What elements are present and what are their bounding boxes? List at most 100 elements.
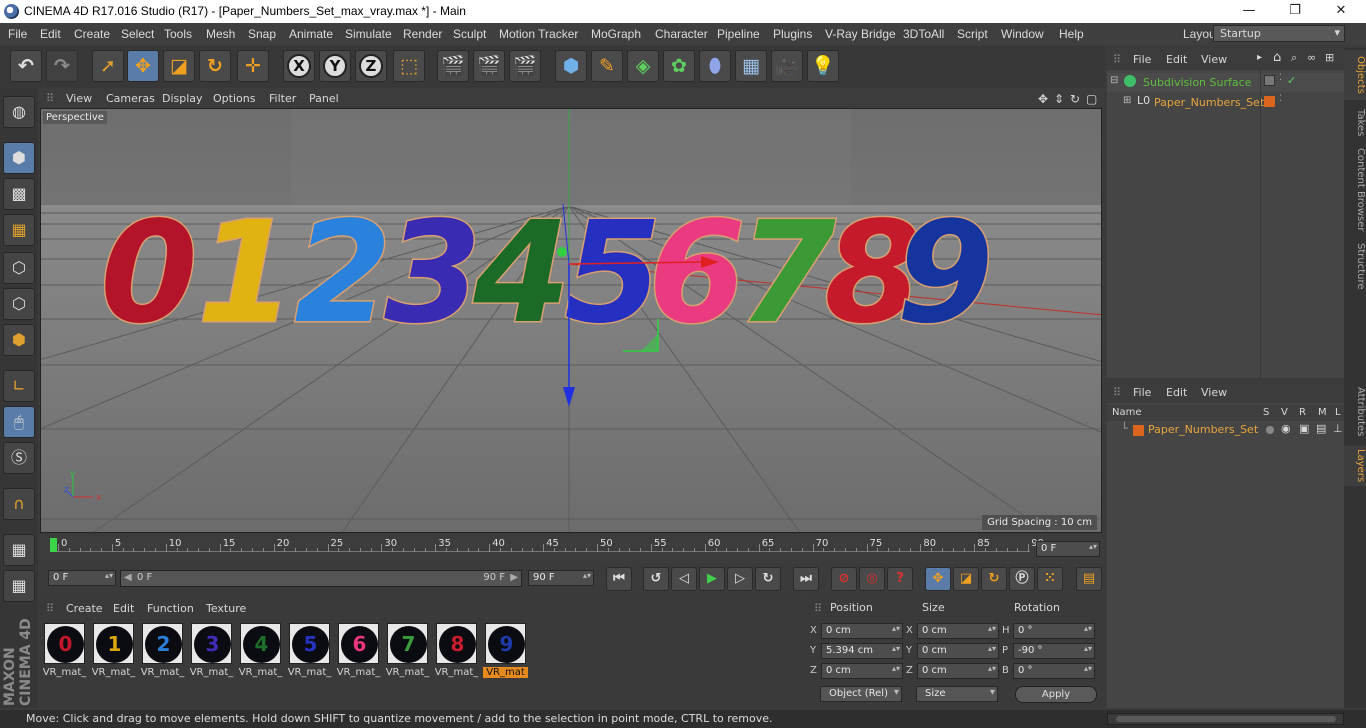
paper-numbers-set-name[interactable]: Paper_Numbers_Set bbox=[1154, 96, 1264, 109]
autokey-button[interactable]: ◎ bbox=[859, 567, 885, 591]
tree-row-paper-numbers[interactable]: ⊞ L0 Paper_Numbers_Set ⁚ bbox=[1107, 93, 1344, 112]
material-tile[interactable]: 5 VR_mat_ bbox=[287, 621, 332, 679]
edges-mode-button[interactable]: ⬡ bbox=[3, 288, 35, 320]
goto-prev-key-button[interactable]: ↺ bbox=[643, 567, 669, 591]
menu-animate[interactable]: Animate bbox=[289, 27, 333, 41]
texture-mode-button[interactable]: ▩ bbox=[3, 178, 35, 210]
viewport-menu-options[interactable]: Options bbox=[213, 92, 255, 105]
material-name[interactable]: VR_mat_ bbox=[434, 667, 479, 678]
size-field[interactable]: 0 cm ▴▾ bbox=[917, 663, 999, 679]
viewport-menu-view[interactable]: View bbox=[66, 92, 92, 105]
layer-col-render[interactable]: R bbox=[1299, 407, 1306, 418]
menu-sculpt[interactable]: Sculpt bbox=[453, 27, 486, 41]
goto-start-button[interactable]: ⏮ bbox=[606, 567, 632, 591]
object-menu-file[interactable]: File bbox=[1133, 53, 1151, 66]
layer-col-locked[interactable]: L bbox=[1335, 407, 1341, 418]
viewport-zoom-icon[interactable]: ⇕ bbox=[1054, 92, 1064, 106]
axis-mode-button[interactable]: ∟ bbox=[3, 370, 35, 402]
rotate-tool-button[interactable]: ↻ bbox=[199, 50, 231, 82]
object-menu-edit[interactable]: Edit bbox=[1166, 53, 1187, 66]
timeline-ruler[interactable]: 051015202530354045505560657075808590 0 F… bbox=[40, 536, 1104, 563]
material-tile[interactable]: 4 VR_mat_ bbox=[238, 621, 283, 679]
menu-vray-bridge[interactable]: V-Ray Bridge bbox=[825, 27, 896, 41]
layer-menu-edit[interactable]: Edit bbox=[1166, 386, 1187, 399]
layer-menu-view[interactable]: View bbox=[1201, 386, 1227, 399]
undo-button[interactable]: ↶ bbox=[10, 50, 42, 82]
perspective-viewport[interactable]: 0 1 2 3 4 5 6 7 8 9 y z x Perspective Gr… bbox=[40, 108, 1102, 533]
size-field[interactable]: 0 cm ▴▾ bbox=[917, 643, 999, 659]
menu-help[interactable]: Help bbox=[1059, 27, 1084, 41]
menu-select[interactable]: Select bbox=[121, 27, 154, 41]
scale-tool-button[interactable]: ◪ bbox=[163, 50, 195, 82]
tab-takes[interactable]: Takes bbox=[1344, 104, 1366, 142]
rotation-field[interactable]: 0 ° ▴▾ bbox=[1013, 663, 1095, 679]
viewport-maximize-icon[interactable]: ▢ bbox=[1086, 92, 1097, 106]
position-field[interactable]: 5.394 cm ▴▾ bbox=[821, 643, 903, 659]
tree-row-subdivision[interactable]: ⊟ Subdivision Surface ⁚ ✓ bbox=[1107, 73, 1344, 92]
layer-row[interactable]: └ Paper_Numbers_Set ◉ ▣ ▤ ⊥ bbox=[1107, 422, 1344, 438]
deformer-button[interactable]: ⬮ bbox=[699, 50, 731, 82]
record-position-button[interactable]: ✥ bbox=[925, 567, 951, 591]
record-keys-button[interactable]: ⊘ bbox=[831, 567, 857, 591]
last-tool-button[interactable]: ✛ bbox=[237, 50, 269, 82]
tab-layers[interactable]: Layers bbox=[1344, 446, 1366, 486]
make-editable-button[interactable]: ◍ bbox=[3, 96, 35, 128]
apply-button[interactable]: Apply bbox=[1015, 686, 1097, 703]
render-settings-button[interactable]: 🎬 bbox=[509, 50, 541, 82]
size-field[interactable]: 0 cm ▴▾ bbox=[917, 623, 999, 639]
menu-plugins[interactable]: Plugins bbox=[773, 27, 812, 41]
visibility-dots-icon[interactable]: ⁚ bbox=[1279, 94, 1282, 104]
material-tile[interactable]: 3 VR_mat_ bbox=[189, 621, 234, 679]
minimize-button[interactable]: — bbox=[1226, 0, 1272, 23]
coordinate-mode-select[interactable]: Object (Rel) ▾ bbox=[820, 686, 902, 702]
layout-select[interactable]: Startup bbox=[1213, 25, 1345, 42]
tab-structure[interactable]: Structure bbox=[1344, 240, 1366, 292]
solo-icon[interactable] bbox=[1266, 426, 1274, 434]
layer-name[interactable]: Paper_Numbers_Set bbox=[1148, 423, 1258, 436]
workplane-lock-button[interactable]: ▦ bbox=[3, 534, 35, 566]
goto-next-key-button[interactable]: ↻ bbox=[755, 567, 781, 591]
soft-selection-button[interactable]: Ⓢ bbox=[3, 442, 35, 474]
object-link-icon[interactable]: ∞ bbox=[1307, 51, 1316, 64]
enabled-check-icon[interactable]: ✓ bbox=[1287, 74, 1296, 87]
position-field[interactable]: 0 cm ▴▾ bbox=[821, 623, 903, 639]
timeline-window-button[interactable]: ▤ bbox=[1076, 567, 1102, 591]
move-tool-button[interactable]: ✥ bbox=[127, 50, 159, 82]
rotation-field[interactable]: 0 ° ▴▾ bbox=[1013, 623, 1095, 639]
menu-edit[interactable]: Edit bbox=[40, 27, 61, 41]
record-rotation-button[interactable]: ↻ bbox=[981, 567, 1007, 591]
material-tile[interactable]: 7 VR_mat_ bbox=[385, 621, 430, 679]
layer-col-manager[interactable]: M bbox=[1318, 407, 1327, 418]
layer-swatch[interactable] bbox=[1264, 75, 1275, 86]
keyframe-selection-button[interactable]: ? bbox=[887, 567, 913, 591]
menu-file[interactable]: File bbox=[8, 27, 27, 41]
viewport-menu-display[interactable]: Display bbox=[162, 92, 203, 105]
material-name[interactable]: VR_mat_ bbox=[140, 667, 185, 678]
material-name[interactable]: VR_mat_ bbox=[42, 667, 87, 678]
menu-tools[interactable]: Tools bbox=[164, 27, 192, 41]
material-tile[interactable]: 2 VR_mat_ bbox=[140, 621, 185, 679]
workplane-mode-button[interactable]: ▦ bbox=[3, 214, 35, 246]
start-frame-field[interactable]: 0 F ▴▾ bbox=[48, 570, 116, 586]
menu-script[interactable]: Script bbox=[957, 27, 988, 41]
menu-simulate[interactable]: Simulate bbox=[345, 27, 392, 41]
render-icon[interactable]: ▣ bbox=[1299, 422, 1309, 435]
manager-icon[interactable]: ▤ bbox=[1316, 422, 1326, 435]
light-button[interactable]: 💡 bbox=[807, 50, 839, 82]
z-axis-lock-button[interactable]: Z bbox=[355, 50, 387, 82]
lock-icon[interactable]: ⊥ bbox=[1333, 422, 1343, 435]
material-menu-function[interactable]: Function bbox=[147, 602, 194, 615]
menu-window[interactable]: Window bbox=[1001, 27, 1044, 41]
menu-3dtoall[interactable]: 3DToAll bbox=[903, 27, 944, 41]
material-name[interactable]: VR_mat_ bbox=[189, 667, 234, 678]
tab-attributes[interactable]: Attributes bbox=[1344, 384, 1366, 440]
object-menu-view[interactable]: View bbox=[1201, 53, 1227, 66]
menu-snap[interactable]: Snap bbox=[248, 27, 276, 41]
material-menu-texture[interactable]: Texture bbox=[206, 602, 246, 615]
scrollbar-thumb[interactable] bbox=[1116, 716, 1336, 722]
menu-mograph[interactable]: MoGraph bbox=[591, 27, 641, 41]
render-picture-viewer-button[interactable]: 🎬 bbox=[473, 50, 505, 82]
material-name[interactable]: VR_mat_ bbox=[336, 667, 381, 678]
play-button[interactable]: ▶ bbox=[699, 567, 725, 591]
material-tile[interactable]: 0 VR_mat_ bbox=[42, 621, 87, 679]
